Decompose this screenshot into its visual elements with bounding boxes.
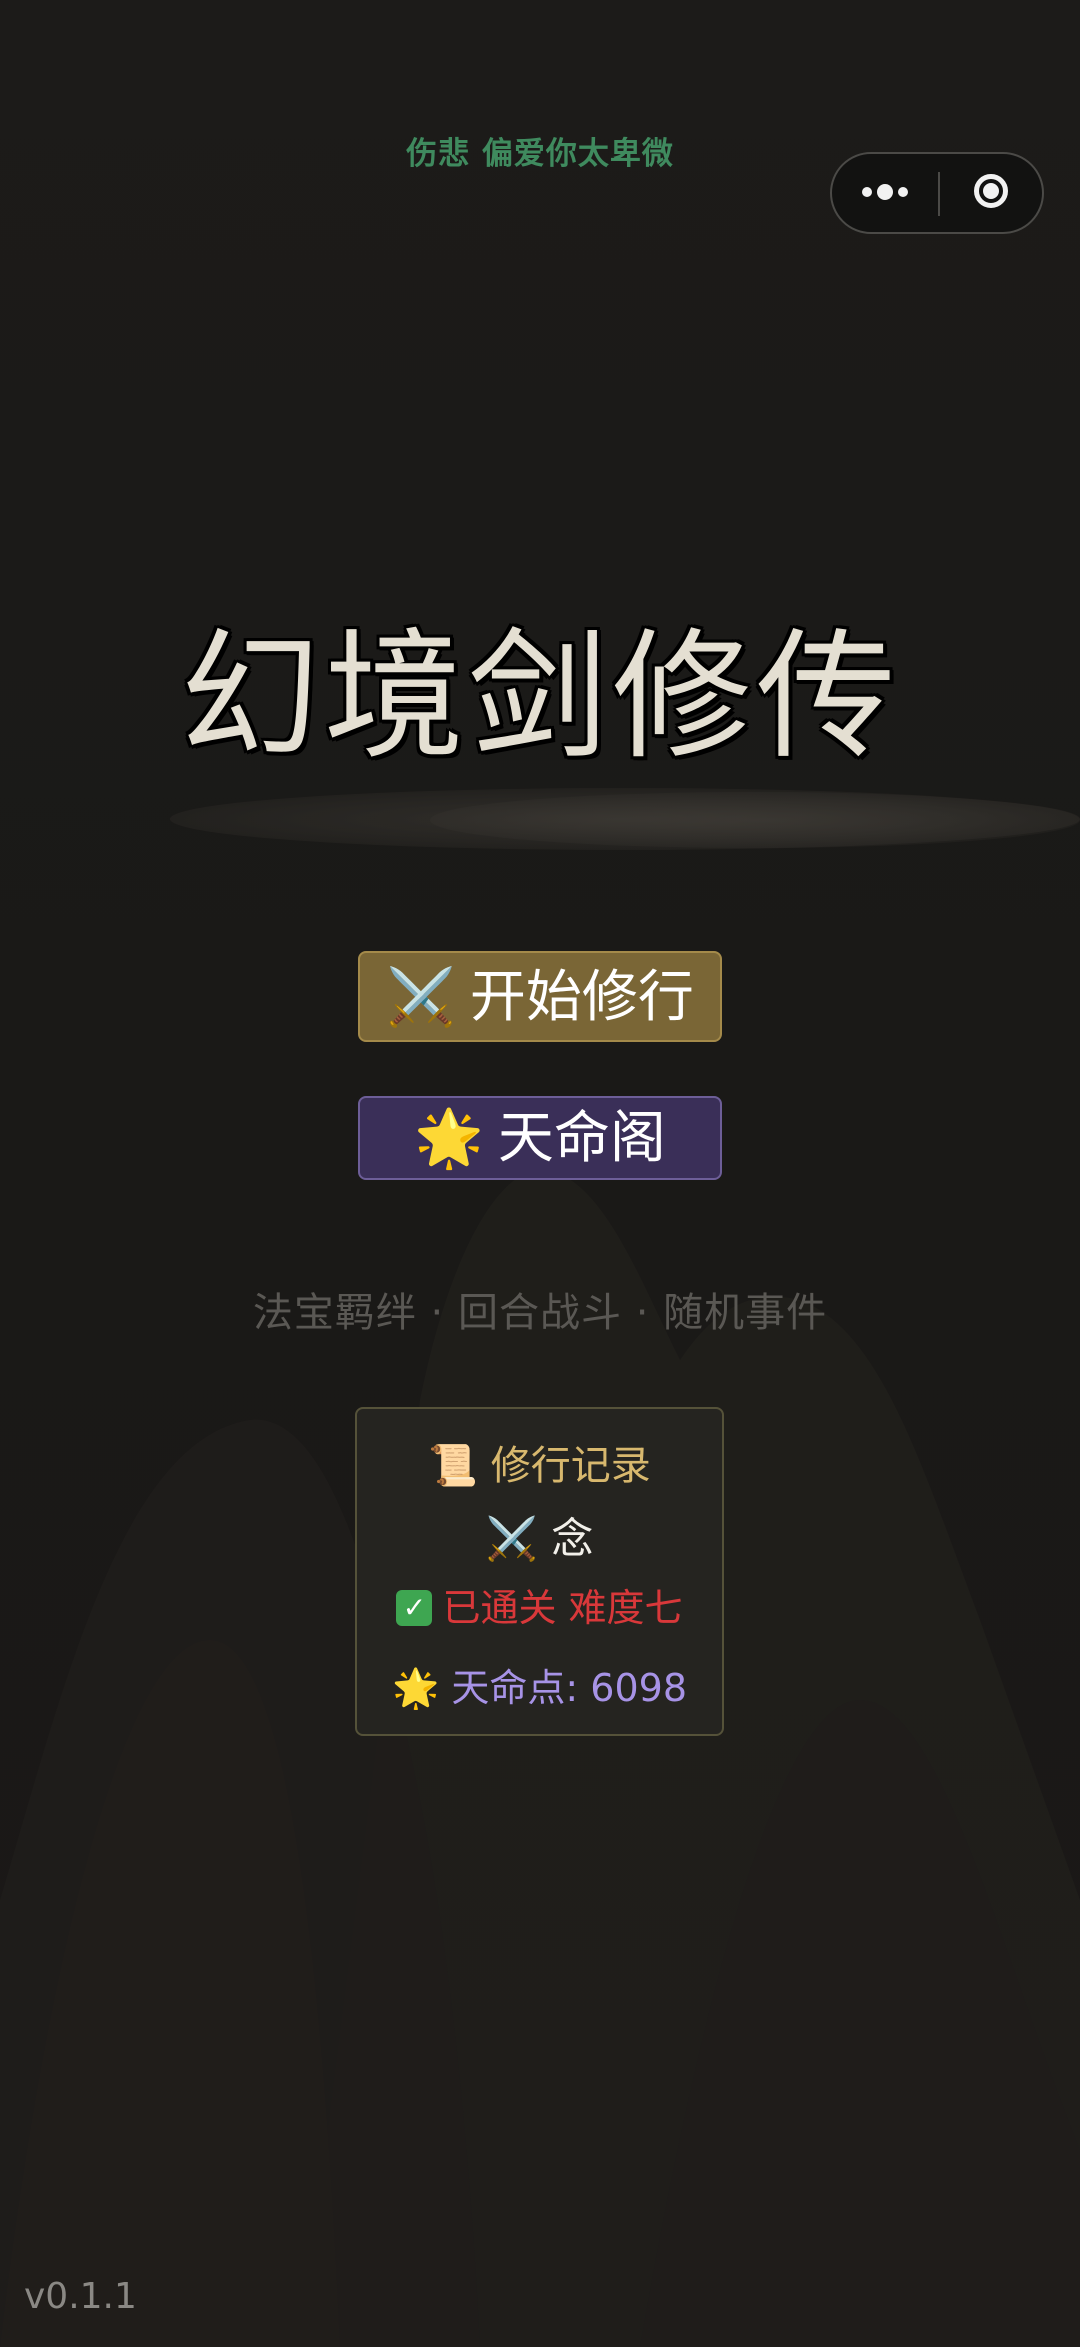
mountain-right <box>640 1700 1080 2347</box>
crossed-swords-icon: ⚔️ <box>386 965 456 1030</box>
game-home-screen: 伤悲 偏爱你太卑微 幻境剑修传 ⚔️ 开始修行 🌟 天命阁 法宝羁绊 · 回合战斗 … <box>0 0 1080 2347</box>
close-miniprogram-button[interactable] <box>940 154 1044 232</box>
game-title: 幻境剑修传 <box>179 616 900 779</box>
start-button-label: 开始修行 <box>469 965 694 1030</box>
glowing-star-icon: 🌟 <box>391 1666 440 1710</box>
miniprogram-capsule <box>830 152 1044 234</box>
mountain-far <box>300 1170 1080 2347</box>
scroll-icon: 📜 <box>428 1443 479 1489</box>
feature-tagline: 法宝羁绊 · 回合战斗 · 随机事件 <box>252 1290 828 1336</box>
glowing-star-icon: 🌟 <box>414 1106 484 1171</box>
fate-pavilion-button[interactable]: 🌟 天命阁 <box>358 1096 722 1180</box>
more-button[interactable] <box>832 154 938 232</box>
record-title-label: 修行记录 <box>490 1443 651 1489</box>
fate-points-text: 天命点: 6098 <box>451 1666 687 1710</box>
record-fate-points: 🌟 天命点: 6098 <box>357 1657 722 1712</box>
fate-button-label: 天命阁 <box>497 1106 666 1171</box>
clear-status-text: 已通关 难度七 <box>442 1586 683 1630</box>
cultivation-record-panel: 📜 修行记录 ⚔️ 念 ✓ 已通关 难度七 🌟 天命点: 6098 <box>355 1407 724 1736</box>
record-clear-status: ✓ 已通关 难度七 <box>357 1577 722 1632</box>
checkmark-icon: ✓ <box>396 1589 433 1626</box>
record-player: ⚔️ 念 <box>357 1505 722 1566</box>
record-title: 📜 修行记录 <box>357 1433 722 1491</box>
mountain-left-inner <box>0 1640 340 2347</box>
version-label: v0.1.1 <box>24 2276 137 2317</box>
crossed-swords-icon: ⚔️ <box>485 1514 538 1563</box>
player-name: 念 <box>551 1514 594 1563</box>
mist-decoration-2 <box>430 792 1080 848</box>
start-cultivation-button[interactable]: ⚔️ 开始修行 <box>358 951 722 1042</box>
